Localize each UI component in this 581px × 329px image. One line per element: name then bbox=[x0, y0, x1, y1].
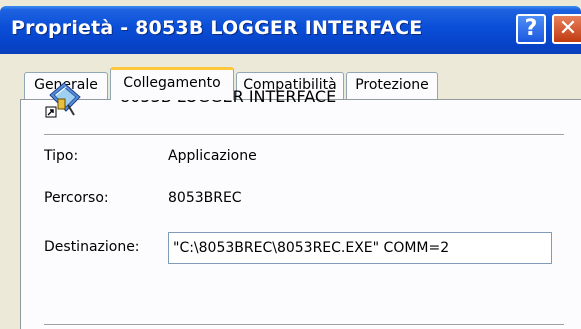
program-shortcut-icon bbox=[45, 82, 81, 118]
title-bar[interactable]: Proprietà - 8053B LOGGER INTERFACE ? ✕ bbox=[0, 6, 581, 54]
path-value: 8053BREC bbox=[168, 190, 242, 206]
type-label: Tipo: bbox=[44, 148, 79, 164]
separator bbox=[44, 324, 564, 326]
target-field[interactable] bbox=[168, 232, 552, 264]
type-value: Applicazione bbox=[168, 148, 257, 164]
window-title: Proprietà - 8053B LOGGER INTERFACE bbox=[11, 17, 423, 39]
separator bbox=[44, 134, 564, 136]
target-label: Destinazione: bbox=[44, 239, 140, 255]
properties-window: Proprietà - 8053B LOGGER INTERFACE ? ✕ G… bbox=[0, 6, 581, 329]
help-button[interactable]: ? bbox=[516, 14, 546, 44]
path-label: Percorso: bbox=[44, 190, 109, 206]
close-button[interactable]: ✕ bbox=[552, 14, 581, 44]
tab-protezione[interactable]: Protezione bbox=[346, 72, 438, 99]
tab-collegamento[interactable]: Collegamento bbox=[110, 67, 234, 100]
